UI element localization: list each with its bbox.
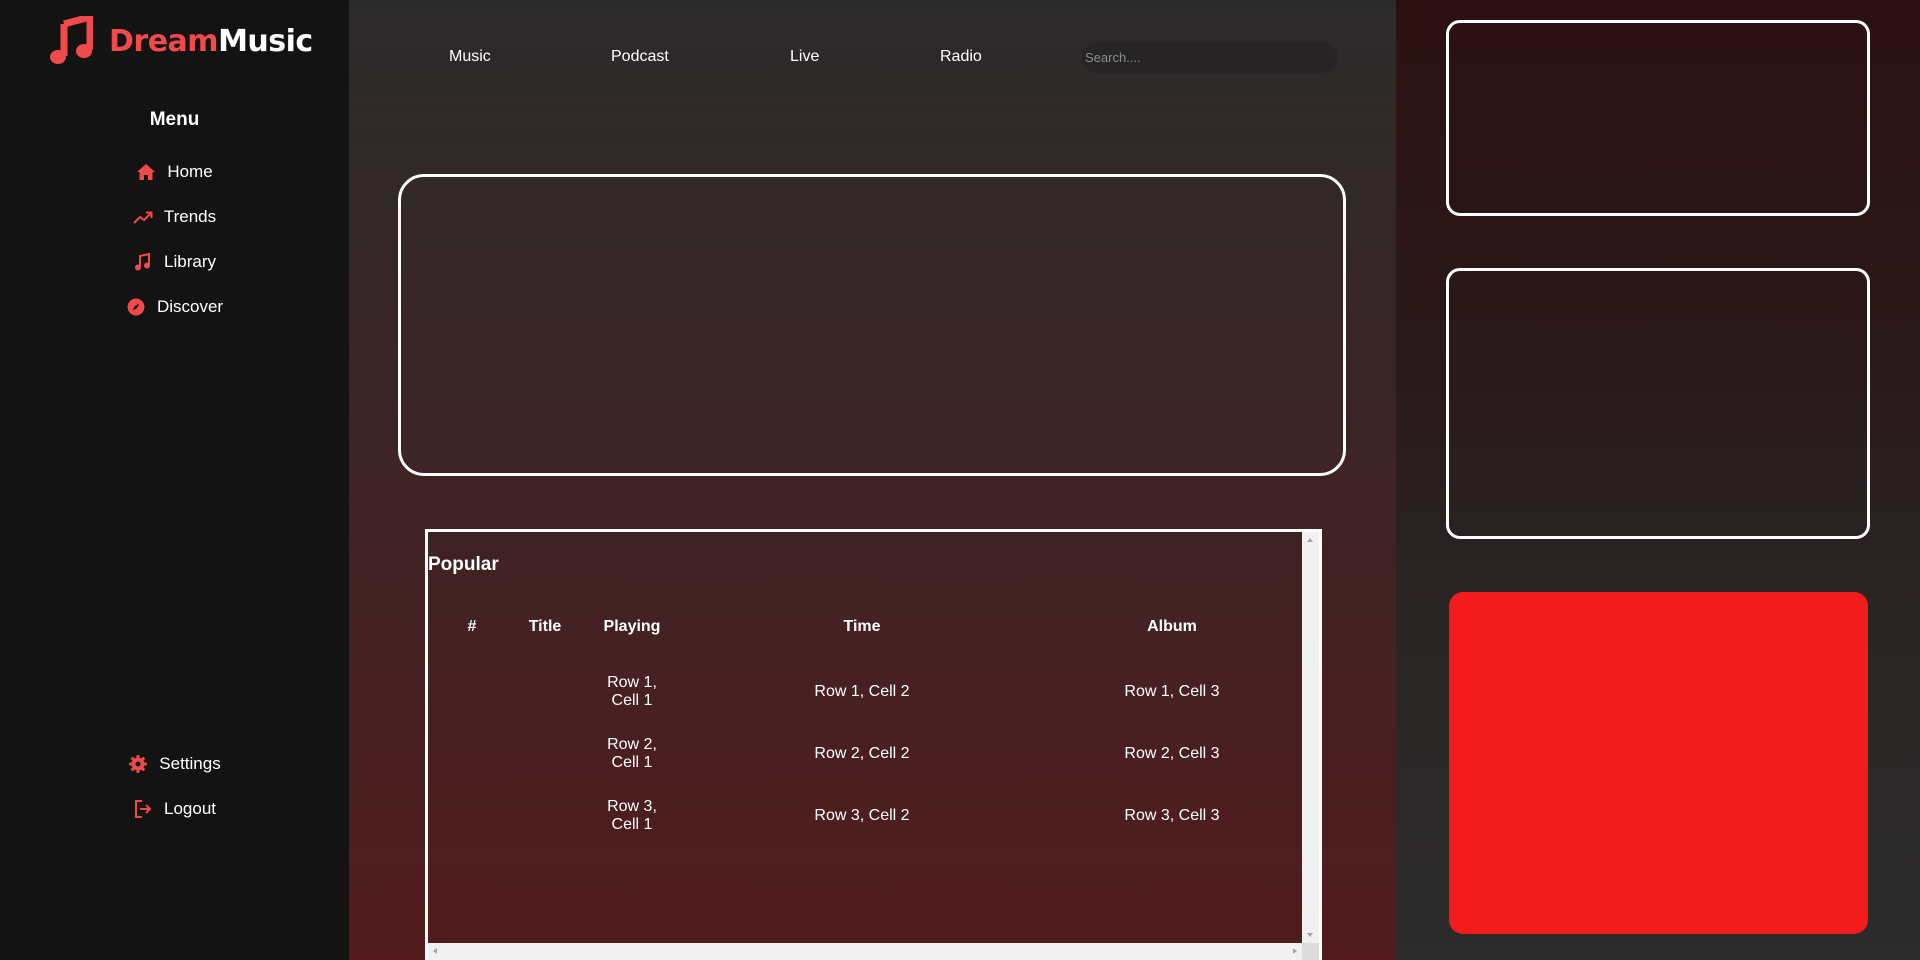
column-header-title: Title xyxy=(528,618,562,635)
scroll-up-arrow-icon[interactable] xyxy=(1307,538,1313,542)
popular-section: Popular # Title Playing Time Album Row 1… xyxy=(425,529,1322,960)
table-cell-time: Row 2, Cell 2 xyxy=(814,745,910,762)
gear-icon xyxy=(128,754,148,774)
sidebar-item-label: Home xyxy=(167,162,213,181)
sidebar-item-label: Discover xyxy=(156,297,224,316)
scrollbar-corner xyxy=(1302,943,1319,960)
sidebar-item-label: Settings xyxy=(159,754,221,773)
sidebar-item-label: Library xyxy=(164,252,216,271)
sidebar-item-logout[interactable]: Logout xyxy=(0,796,349,822)
cell-line: Row 3, xyxy=(607,798,657,815)
sidebar-item-trends[interactable]: Trends xyxy=(0,204,349,230)
popular-table: Popular # Title Playing Time Album Row 1… xyxy=(428,532,1305,943)
vertical-scrollbar[interactable] xyxy=(1302,532,1319,943)
column-header-number: # xyxy=(467,618,477,635)
sidebar-item-label: Trends xyxy=(163,207,217,226)
music-note-icon xyxy=(50,16,93,64)
trending-up-icon xyxy=(133,207,153,227)
brand-name-accent: Dream xyxy=(109,23,219,59)
cell-line: Row 1, xyxy=(607,674,657,691)
table-cell-playing: Row 2, Cell 1 xyxy=(592,736,672,772)
popular-title: Popular xyxy=(428,554,499,575)
table-cell-playing: Row 3, Cell 1 xyxy=(592,798,672,834)
home-icon xyxy=(136,162,156,182)
cell-line: Cell 1 xyxy=(611,692,653,709)
table-cell-time: Row 3, Cell 2 xyxy=(814,807,910,824)
column-header-playing: Playing xyxy=(603,618,661,635)
table-cell-time: Row 1, Cell 2 xyxy=(814,683,910,700)
main-content: Music Podcast Live Radio Popular # Title… xyxy=(349,0,1396,960)
brand-name-rest: Music xyxy=(218,23,313,59)
cell-line: Cell 1 xyxy=(611,816,653,833)
horizontal-scrollbar[interactable] xyxy=(428,943,1319,960)
nav-live[interactable]: Live xyxy=(790,48,819,68)
sidebar-item-library[interactable]: Library xyxy=(0,249,349,275)
cell-line: Row 2, xyxy=(607,736,657,753)
feature-card-top[interactable] xyxy=(1446,20,1870,216)
logout-icon xyxy=(133,799,153,819)
brand-logo[interactable]: DreamMusic xyxy=(49,16,313,66)
scroll-down-arrow-icon[interactable] xyxy=(1307,933,1313,937)
table-cell-playing: Row 1, Cell 1 xyxy=(592,674,672,710)
sidebar: DreamMusic Menu Home Trends Library Disc… xyxy=(0,0,349,960)
sidebar-item-settings[interactable]: Settings xyxy=(0,751,349,777)
menu-title: Menu xyxy=(149,109,200,130)
compass-icon xyxy=(126,297,146,317)
table-cell-album: Row 2, Cell 3 xyxy=(1124,745,1220,762)
sidebar-item-home[interactable]: Home xyxy=(0,159,349,185)
table-cell-album: Row 1, Cell 3 xyxy=(1124,683,1220,700)
hero-banner[interactable] xyxy=(398,174,1346,476)
right-panel xyxy=(1396,0,1920,960)
column-header-album: Album xyxy=(1147,618,1197,635)
nav-podcast[interactable]: Podcast xyxy=(611,48,669,68)
cell-line: Cell 1 xyxy=(611,754,653,771)
scroll-right-arrow-icon[interactable] xyxy=(1293,948,1297,954)
nav-music[interactable]: Music xyxy=(449,48,491,68)
scroll-left-arrow-icon[interactable] xyxy=(433,948,437,954)
sidebar-item-discover[interactable]: Discover xyxy=(0,294,349,320)
music-library-icon xyxy=(133,252,153,272)
feature-card-middle[interactable] xyxy=(1446,268,1870,539)
nav-radio[interactable]: Radio xyxy=(940,48,982,68)
sidebar-item-label: Logout xyxy=(164,799,216,818)
table-cell-album: Row 3, Cell 3 xyxy=(1124,807,1220,824)
player-panel[interactable] xyxy=(1449,592,1868,934)
brand-name: DreamMusic xyxy=(109,24,313,59)
search-input[interactable] xyxy=(1082,42,1338,73)
column-header-time: Time xyxy=(843,618,881,635)
